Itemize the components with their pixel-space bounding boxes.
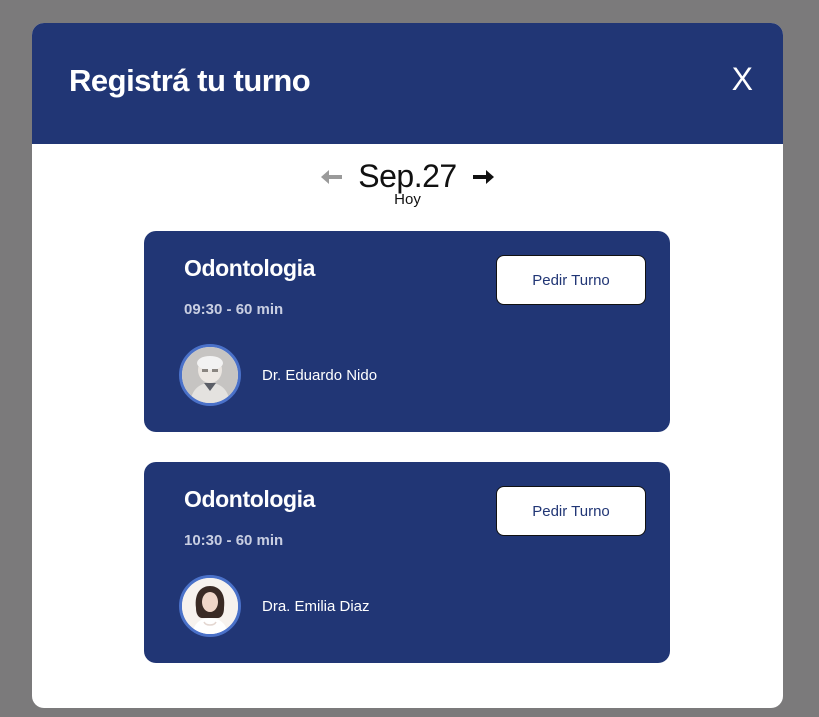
doctor-name: Dra. Emilia Diaz <box>262 598 370 615</box>
appointment-time: 09:30 - 60 min <box>184 301 284 318</box>
doctor-avatar <box>179 575 241 637</box>
date-subtitle: Hoy <box>394 191 421 208</box>
appointment-card: Odontologia 09:30 - 60 min Pedir Turno D… <box>144 231 670 432</box>
date-navigator: Sep.27 Hoy <box>32 158 783 208</box>
current-date: Sep.27 <box>358 158 457 194</box>
pedir-turno-button[interactable]: Pedir Turno <box>496 255 646 305</box>
doctor-avatar-image <box>182 578 238 634</box>
arrow-left-icon[interactable] <box>320 165 344 189</box>
modal-title: Registrá tu turno <box>69 63 311 98</box>
arrow-right-icon[interactable] <box>471 165 495 189</box>
doctor-avatar <box>179 344 241 406</box>
appointment-card: Odontologia 10:30 - 60 min Pedir Turno D… <box>144 462 670 663</box>
close-button[interactable]: X <box>732 63 753 95</box>
pedir-turno-button[interactable]: Pedir Turno <box>496 486 646 536</box>
doctor-avatar-image <box>182 347 238 403</box>
appointment-modal: Registrá tu turno X Sep.27 Hoy Odontolog… <box>32 23 783 708</box>
doctor-name: Dr. Eduardo Nido <box>262 367 378 384</box>
appointment-time: 10:30 - 60 min <box>184 532 284 549</box>
modal-header: Registrá tu turno X <box>32 23 783 144</box>
specialty-title: Odontologia <box>184 486 316 512</box>
specialty-title: Odontologia <box>184 255 316 281</box>
